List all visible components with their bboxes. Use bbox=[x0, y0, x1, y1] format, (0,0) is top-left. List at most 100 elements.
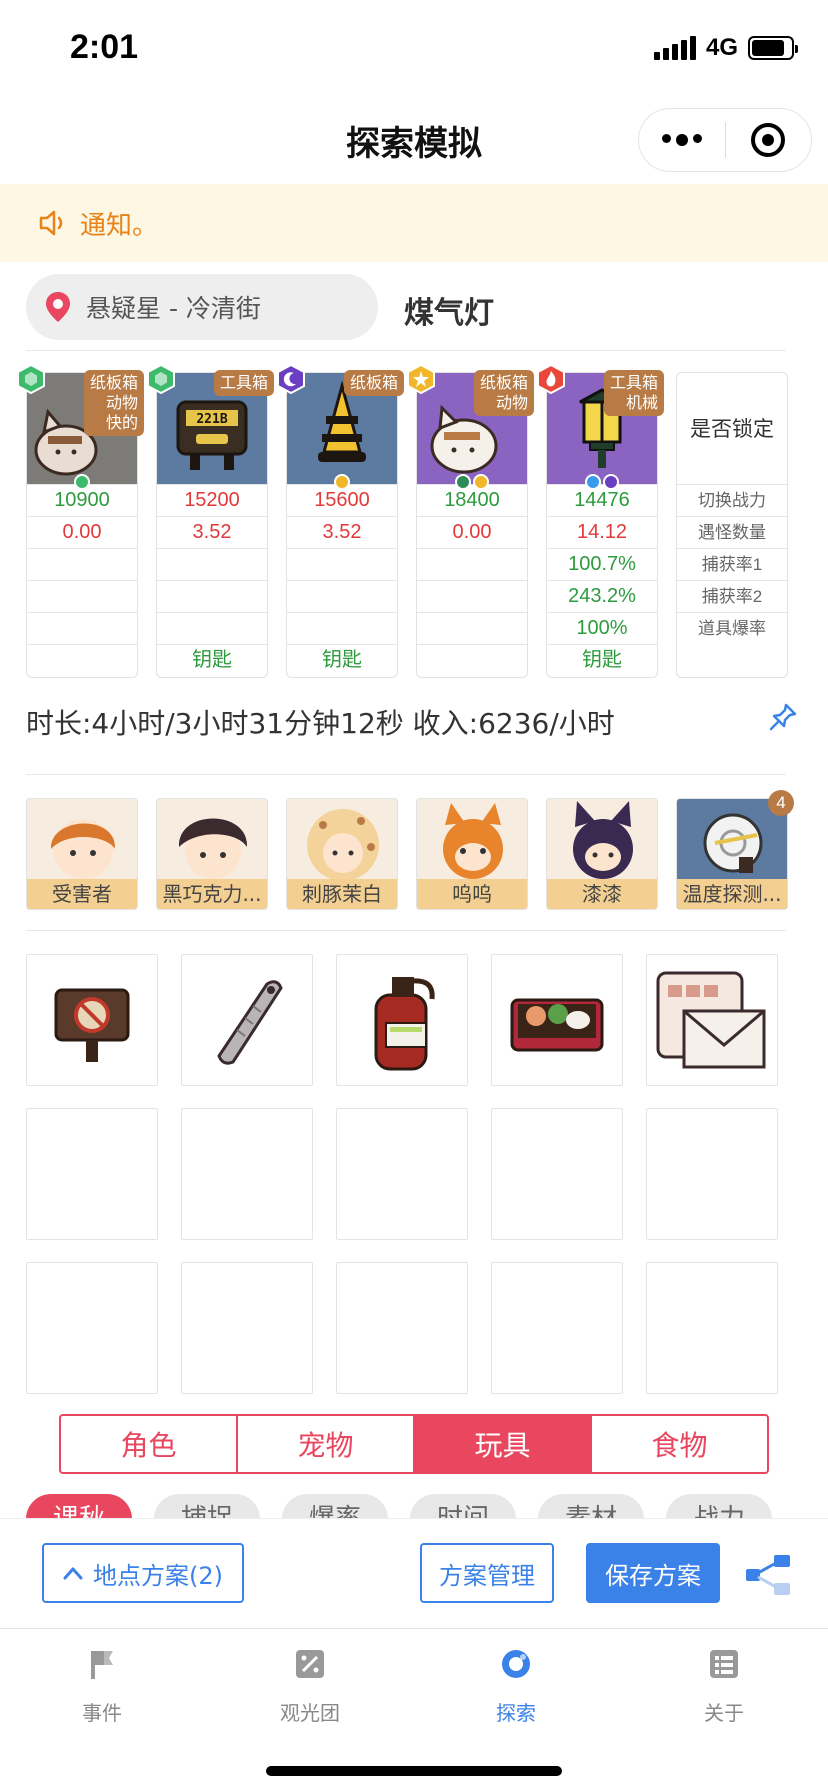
tabbar-events[interactable]: 事件 bbox=[32, 1647, 172, 1726]
pet-loot: 钥匙 bbox=[286, 644, 398, 676]
pin-icon[interactable] bbox=[768, 702, 798, 732]
close-mini-program-button[interactable] bbox=[726, 109, 812, 171]
item-slot[interactable] bbox=[181, 1262, 313, 1394]
lock-header: 是否锁定 bbox=[690, 417, 774, 441]
item-slot[interactable] bbox=[336, 954, 468, 1086]
item-slot[interactable] bbox=[26, 1262, 158, 1394]
character-slot[interactable]: 刺豚茉白 bbox=[286, 798, 398, 910]
item-slot[interactable] bbox=[336, 1262, 468, 1394]
pet-tag: 纸板箱 bbox=[343, 370, 404, 396]
nav-bar: 探索模拟 bbox=[0, 96, 828, 184]
character-slot[interactable]: 受害者 bbox=[26, 798, 138, 910]
tab-pet[interactable]: 宠物 bbox=[238, 1416, 415, 1472]
edit-square-icon bbox=[296, 1650, 324, 1678]
lock-row-drop[interactable]: 道具爆率 bbox=[676, 612, 788, 644]
no-sign-icon bbox=[54, 988, 130, 1062]
item-slot[interactable] bbox=[646, 954, 778, 1086]
chip-filter[interactable]: 素材 bbox=[538, 1494, 644, 1520]
tab-role[interactable]: 角色 bbox=[61, 1416, 238, 1472]
lock-row-rate1[interactable]: 捕获率1 bbox=[676, 548, 788, 580]
location-plan-button[interactable]: 地点方案(2) bbox=[42, 1543, 244, 1603]
character-count-badge: 4 bbox=[768, 790, 794, 816]
pet-rate1 bbox=[156, 548, 268, 580]
item-slot[interactable] bbox=[491, 1262, 623, 1394]
pet-tag: 纸板箱 动物 bbox=[473, 370, 534, 416]
item-slot[interactable] bbox=[491, 1108, 623, 1240]
pet-rate1 bbox=[26, 548, 138, 580]
chip-filter[interactable]: 捕捉 bbox=[154, 1494, 260, 1520]
chip-filter[interactable]: 战力 bbox=[666, 1494, 772, 1520]
ruler-tag-icon bbox=[217, 980, 283, 1065]
pet-column[interactable]: 纸板箱 15600 3.52 钥匙 bbox=[277, 364, 404, 678]
lock-row-rate2[interactable]: 捕获率2 bbox=[676, 580, 788, 612]
item-slot[interactable] bbox=[181, 954, 313, 1086]
puffer-hood-avatar bbox=[307, 809, 379, 881]
chip-filter[interactable]: 时间 bbox=[410, 1494, 516, 1520]
pet-tag: 工具箱 bbox=[213, 370, 274, 396]
character-slot[interactable]: 呜呜 bbox=[416, 798, 528, 910]
pet-monster-count: 14.12 bbox=[546, 516, 658, 548]
duration-income-summary: 时长:4小时/3小时31分钟12秒 收入:6236/小时 bbox=[26, 707, 615, 740]
location-area: 悬疑星 - 冷清街 bbox=[86, 294, 261, 323]
chip-filter[interactable]: 课秋 bbox=[26, 1494, 132, 1520]
item-slot[interactable] bbox=[646, 1108, 778, 1240]
pet-rate2 bbox=[156, 580, 268, 612]
pet-image[interactable]: 纸板箱 bbox=[277, 364, 404, 490]
location-selector[interactable]: 悬疑星 - 冷清街 bbox=[26, 274, 378, 340]
tabbar-label: 探索 bbox=[496, 1701, 536, 1725]
category-tabs: 角色 宠物 玩具 食物 bbox=[59, 1414, 769, 1474]
character-slot[interactable]: 温度探测... bbox=[676, 798, 788, 910]
battery-icon bbox=[748, 36, 798, 60]
pet-image[interactable]: 纸板箱 动物 bbox=[407, 364, 534, 490]
lock-row-count[interactable]: 遇怪数量 bbox=[676, 516, 788, 548]
share-icon[interactable] bbox=[744, 1553, 792, 1597]
save-plan-button[interactable]: 保存方案 bbox=[586, 1543, 720, 1603]
chip-filter[interactable]: 爆率 bbox=[282, 1494, 388, 1520]
lock-row-power[interactable]: 切换战力 bbox=[676, 484, 788, 516]
pet-loot: 钥匙 bbox=[156, 644, 268, 676]
pet-column[interactable]: 纸板箱 动物 18400 0.00 bbox=[407, 364, 534, 678]
bottom-tab-bar: 事件 观光团 探索 关于 bbox=[0, 1628, 828, 1792]
pet-monster-count: 3.52 bbox=[156, 516, 268, 548]
item-slot[interactable] bbox=[26, 954, 158, 1086]
location-pin-icon bbox=[46, 292, 70, 322]
tab-food[interactable]: 食物 bbox=[592, 1416, 767, 1472]
pet-rate2: 243.2% bbox=[546, 580, 658, 612]
pet-column[interactable]: 工具箱 221B 15200 3.52 钥匙 bbox=[147, 364, 274, 678]
tabbar-label: 观光团 bbox=[280, 1701, 340, 1725]
black-cat-avatar bbox=[573, 801, 633, 879]
pet-column[interactable]: 纸板箱 动物 快的 10900 0.00 bbox=[17, 364, 144, 678]
home-indicator bbox=[266, 1766, 562, 1776]
item-slot[interactable] bbox=[646, 1262, 778, 1394]
speaker-icon bbox=[39, 210, 63, 236]
pet-drop-rate bbox=[416, 612, 528, 644]
status-bar: 2:01 4G bbox=[0, 0, 828, 96]
pet-rate2 bbox=[416, 580, 528, 612]
item-slot[interactable] bbox=[26, 1108, 158, 1240]
orange-hair-girl-avatar bbox=[50, 819, 116, 879]
tabbar-about[interactable]: 关于 bbox=[654, 1647, 794, 1726]
pet-image[interactable]: 工具箱 机械 bbox=[537, 364, 664, 490]
tabbar-tour-group[interactable]: 观光团 bbox=[240, 1647, 380, 1726]
item-slot[interactable] bbox=[491, 954, 623, 1086]
item-slot[interactable] bbox=[181, 1108, 313, 1240]
plan-manage-button[interactable]: 方案管理 bbox=[420, 1543, 554, 1603]
chevron-up-icon bbox=[63, 1567, 83, 1580]
tabbar-explore[interactable]: 探索 bbox=[446, 1647, 586, 1726]
pet-image[interactable]: 工具箱 221B bbox=[147, 364, 274, 484]
character-slot[interactable]: 黑巧克力... bbox=[156, 798, 268, 910]
lock-column[interactable]: 是否锁定 切换战力 遇怪数量 捕获率1 捕获率2 道具爆率 bbox=[676, 372, 788, 678]
tab-toy[interactable]: 玩具 bbox=[415, 1416, 592, 1472]
divider bbox=[26, 350, 786, 351]
divider bbox=[26, 930, 786, 931]
pet-image[interactable]: 纸板箱 动物 快的 bbox=[17, 364, 144, 490]
character-slot[interactable]: 漆漆 bbox=[546, 798, 658, 910]
pet-column[interactable]: 工具箱 机械 14476 14.12 100.7% 243.2% 100% 钥匙 bbox=[537, 364, 664, 678]
item-slot[interactable] bbox=[336, 1108, 468, 1240]
action-bar: 地点方案(2) 方案管理 保存方案 bbox=[0, 1518, 828, 1628]
more-button[interactable] bbox=[639, 109, 725, 171]
fire-extinguisher-icon bbox=[374, 977, 435, 1071]
location-plan-label: 地点方案(2) bbox=[93, 1561, 223, 1590]
notice-bar[interactable]: 通知。 bbox=[0, 184, 828, 262]
pet-loot bbox=[26, 644, 138, 676]
